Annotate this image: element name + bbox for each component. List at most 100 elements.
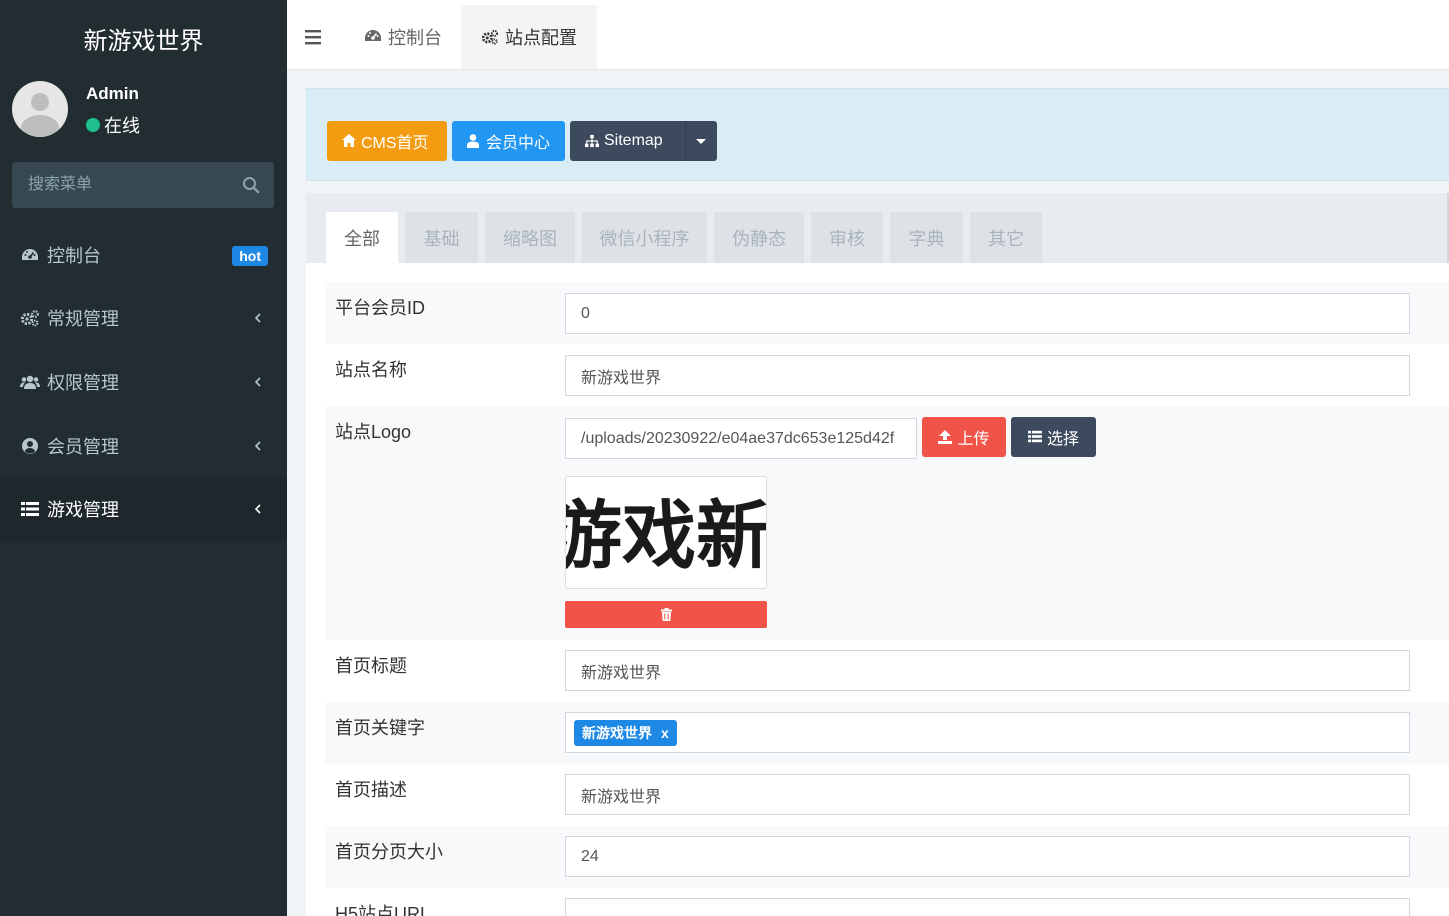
upload-icon <box>938 430 953 444</box>
sidebar-item-games[interactable]: 游戏管理 <box>0 477 287 541</box>
sidebar-search <box>12 162 274 208</box>
h5-url-field[interactable] <box>565 898 1410 916</box>
sidebar-item-label: 会员管理 <box>47 436 119 457</box>
tab-other[interactable]: 其它 <box>970 212 1042 263</box>
sidebar-item-general[interactable]: 常规管理 <box>0 287 287 351</box>
app-title[interactable]: 新游戏世界 <box>0 0 287 70</box>
sitemap-label: Sitemap <box>604 132 663 149</box>
choose-label: 选择 <box>1046 431 1079 448</box>
sidebar-item-label: 控制台 <box>47 245 101 266</box>
site-logo-label: 站点Logo <box>335 422 412 442</box>
tab-pseudo-static[interactable]: 伪静态 <box>714 212 804 263</box>
logo-preview-image[interactable]: 游戏新世 <box>565 476 767 589</box>
site-logo-path-field[interactable]: /uploads/20230922/e04ae37dc653e125d42f <box>565 418 917 459</box>
trash-icon <box>660 608 672 621</box>
sitemap-dropdown-toggle[interactable] <box>685 121 717 161</box>
dashboard-icon <box>364 28 382 46</box>
top-navbar: 控制台 站点配置 <box>287 5 1449 70</box>
sitemap-button[interactable]: Sitemap <box>570 121 717 161</box>
quick-links-callout: CMS首页 会员中心 Sitemap <box>306 88 1449 181</box>
form-row-h5-url: H5站点URL <box>325 888 1449 916</box>
hot-badge: hot <box>232 246 268 266</box>
home-description-field[interactable]: 新游戏世界 <box>565 774 1410 815</box>
user-name: Admin <box>86 84 139 103</box>
tab-label: 站点配置 <box>505 28 577 48</box>
delete-logo-button[interactable] <box>565 601 767 628</box>
sidebar-item-permissions[interactable]: 权限管理 <box>0 350 287 414</box>
sidebar: 新游戏世界 Admin 在线 控制台 hot 常规管理 <box>0 0 287 916</box>
keyword-tag-label: 新游戏世界 <box>582 724 652 741</box>
menu-toggle-icon[interactable] <box>305 29 323 45</box>
upload-button[interactable]: 上传 <box>922 417 1006 457</box>
list-icon <box>20 499 40 519</box>
cms-home-label: CMS首页 <box>361 135 429 152</box>
dashboard-icon <box>20 245 40 265</box>
home-page-size-label: 首页分页大小 <box>335 842 443 862</box>
cogs-icon <box>20 308 40 328</box>
avatar <box>12 81 68 137</box>
tab-dashboard[interactable]: 控制台 <box>344 5 462 69</box>
home-title-label: 首页标题 <box>335 656 407 676</box>
sitemap-icon <box>585 134 599 148</box>
choose-button[interactable]: 选择 <box>1011 417 1096 457</box>
form-row-site-name: 站点名称 新游戏世界 <box>325 344 1449 406</box>
tab-review[interactable]: 审核 <box>811 212 883 263</box>
chevron-left-icon <box>254 377 261 387</box>
tab-wechat-miniprogram[interactable]: 微信小程序 <box>582 212 707 263</box>
site-name-label: 站点名称 <box>335 360 407 380</box>
logo-preview-text: 游戏新世 <box>566 493 767 579</box>
h5-url-label: H5站点URL <box>335 904 431 916</box>
sidebar-item-label: 权限管理 <box>47 372 119 393</box>
form-row-platform-member-id: 平台会员ID 0 <box>325 282 1449 344</box>
chevron-left-icon <box>254 313 261 323</box>
home-description-label: 首页描述 <box>335 780 407 800</box>
platform-member-id-field[interactable]: 0 <box>565 293 1410 334</box>
sidebar-item-dashboard[interactable]: 控制台 hot <box>0 223 287 287</box>
cms-home-button[interactable]: CMS首页 <box>327 121 447 161</box>
form-row-home-page-size: 首页分页大小 24 <box>325 826 1449 888</box>
sidebar-menu: 控制台 hot 常规管理 权限管理 会员管理 游戏管理 <box>0 223 287 541</box>
chevron-left-icon <box>254 441 261 451</box>
search-input[interactable] <box>12 162 232 208</box>
users-icon <box>20 372 40 392</box>
cogs-icon <box>481 28 499 46</box>
tab-label: 控制台 <box>388 28 442 48</box>
home-title-field[interactable]: 新游戏世界 <box>565 650 1410 691</box>
search-icon[interactable] <box>242 176 260 194</box>
config-tabs: 全部 基础 缩略图 微信小程序 伪静态 审核 字典 其它 <box>306 193 1449 263</box>
upload-label: 上传 <box>957 431 990 448</box>
user-status: 在线 <box>86 112 140 138</box>
home-keywords-label: 首页关键字 <box>335 718 425 738</box>
chevron-left-icon <box>254 504 261 514</box>
keyword-tag: 新游戏世界 x <box>574 719 677 746</box>
site-name-field[interactable]: 新游戏世界 <box>565 355 1410 396</box>
user-icon <box>467 134 481 148</box>
sidebar-item-members[interactable]: 会员管理 <box>0 414 287 478</box>
member-center-button[interactable]: 会员中心 <box>452 121 565 161</box>
tab-site-config[interactable]: 站点配置 <box>461 5 597 69</box>
member-center-label: 会员中心 <box>486 135 551 152</box>
user-status-text: 在线 <box>104 116 140 136</box>
caret-down-icon <box>696 139 706 144</box>
tab-thumbnail[interactable]: 缩略图 <box>485 212 575 263</box>
form-row-home-description: 首页描述 新游戏世界 <box>325 764 1449 826</box>
online-dot-icon <box>86 118 100 132</box>
home-keywords-field[interactable]: 新游戏世界 x <box>565 712 1410 753</box>
home-icon <box>342 134 356 148</box>
user-panel: Admin 在线 <box>0 70 287 154</box>
form-row-site-logo: 站点Logo /uploads/20230922/e04ae37dc653e12… <box>325 406 1449 640</box>
tab-dictionary[interactable]: 字典 <box>890 212 963 263</box>
list-icon <box>1027 430 1042 444</box>
platform-member-id-label: 平台会员ID <box>335 298 425 318</box>
content-area: CMS首页 会员中心 Sitemap 全部 基础 缩略图 微信小程序 伪静态 审… <box>287 70 1449 916</box>
form-row-home-keywords: 首页关键字 新游戏世界 x <box>325 702 1449 764</box>
sidebar-item-label: 游戏管理 <box>47 500 119 521</box>
remove-tag-icon[interactable]: x <box>661 725 669 741</box>
tab-basic[interactable]: 基础 <box>405 212 478 263</box>
sidebar-item-label: 常规管理 <box>47 309 119 330</box>
tab-all[interactable]: 全部 <box>326 212 398 263</box>
home-page-size-field[interactable]: 24 <box>565 836 1410 877</box>
user-circle-icon <box>20 436 40 456</box>
config-panel: 全部 基础 缩略图 微信小程序 伪静态 审核 字典 其它 平台会员ID 0 站点… <box>306 193 1449 916</box>
form-row-home-title: 首页标题 新游戏世界 <box>325 640 1449 702</box>
